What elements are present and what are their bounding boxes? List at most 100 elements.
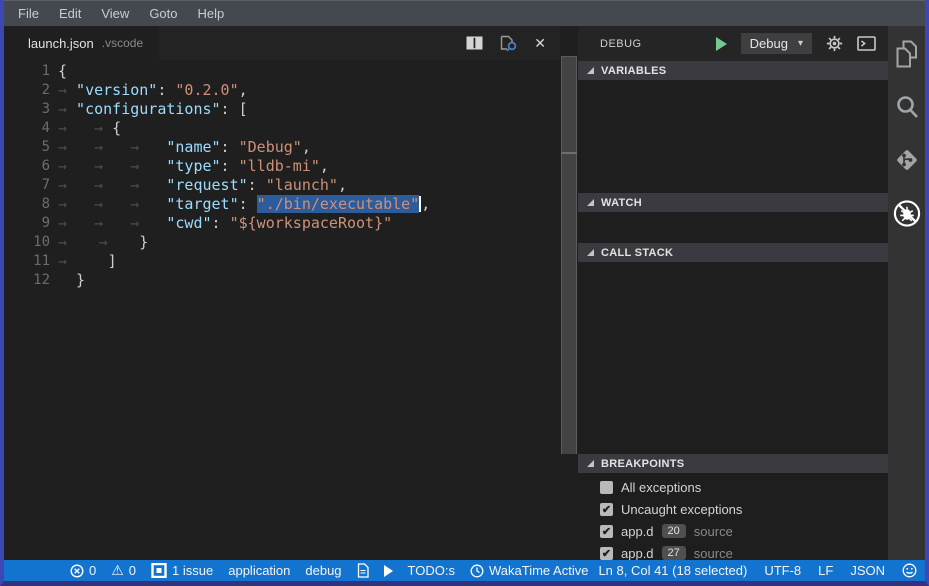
- menu-item-view[interactable]: View: [91, 6, 139, 21]
- breakpoint-row[interactable]: All exceptions: [578, 476, 888, 498]
- breakpoint-checkbox[interactable]: ✔: [600, 525, 613, 538]
- tab-indicator-icon: →: [130, 214, 139, 233]
- code-token: "launch": [266, 176, 338, 194]
- line-number: 5: [4, 138, 50, 157]
- split-editor-icon[interactable]: [466, 36, 483, 50]
- vscode-window: FileEditViewGotoHelp launch.json .vscode…: [0, 0, 929, 586]
- tab-indicator-icon: →: [58, 100, 67, 119]
- scrollbar-divider: [561, 152, 577, 154]
- code-token: "0.2.0": [175, 81, 238, 99]
- line-content: →"version": "0.2.0",: [58, 81, 560, 100]
- breakpoint-row[interactable]: ✔app.d20source: [578, 520, 888, 542]
- open-preview-icon[interactable]: [499, 35, 518, 52]
- status-item[interactable]: application: [228, 563, 290, 578]
- code-area[interactable]: 1{2→"version": "0.2.0",3→"configurations…: [4, 60, 560, 290]
- activity-source-control-icon[interactable]: [892, 145, 922, 175]
- line-number: 1: [4, 62, 50, 81]
- line-content: → "configurations": [: [58, 100, 560, 119]
- code-line: 3→"configurations": [: [4, 100, 560, 119]
- close-icon[interactable]: ✕: [534, 35, 546, 52]
- code-token: "target": [166, 195, 238, 213]
- line-number: 2: [4, 81, 50, 100]
- status-item[interactable]: TODO:s: [408, 563, 455, 578]
- warning-icon: ⚠: [111, 563, 124, 578]
- code-token: : [: [221, 100, 248, 118]
- code-line: 9→→→"cwd": "${workspaceRoot}": [4, 214, 560, 233]
- tab-indicator-icon: →: [94, 138, 103, 157]
- status-item[interactable]: UTF-8: [764, 563, 801, 578]
- menu-item-goto[interactable]: Goto: [139, 6, 187, 21]
- menu-item-edit[interactable]: Edit: [49, 6, 91, 21]
- code-line: 6→→→"type": "lldb-mi",: [4, 157, 560, 176]
- issues-icon: [151, 563, 167, 578]
- tab-indicator-icon: →: [58, 214, 67, 233]
- gear-icon[interactable]: [826, 35, 843, 52]
- code-token: :: [239, 195, 257, 213]
- status-item-label: Ln 8, Col 41 (18 selected): [598, 563, 747, 578]
- status-item-play-small[interactable]: [384, 565, 393, 577]
- breakpoint-checkbox[interactable]: ✔: [600, 547, 613, 560]
- line-number-badge: 20: [662, 524, 686, 538]
- section-header-variables[interactable]: VARIABLES: [578, 61, 888, 80]
- line-content: →→{: [58, 119, 560, 138]
- tab-indicator-icon: →: [130, 138, 139, 157]
- start-debug-button[interactable]: [716, 37, 727, 51]
- code-line: 8→→→"target": "./bin/executable",: [4, 195, 560, 214]
- editor-scrollbar[interactable]: [560, 26, 578, 560]
- debug-console-icon[interactable]: [857, 36, 876, 51]
- breakpoint-row[interactable]: ✔ Uncaught exceptions: [578, 498, 888, 520]
- breakpoint-label: Uncaught exceptions: [621, 502, 742, 517]
- status-item-label: debug: [305, 563, 341, 578]
- status-item-label: application: [228, 563, 290, 578]
- status-item-smiley[interactable]: [902, 563, 917, 578]
- status-item-file[interactable]: [357, 563, 369, 578]
- status-item-warning[interactable]: ⚠0: [111, 563, 136, 578]
- section-label: WATCH: [601, 197, 642, 209]
- code-token: :: [157, 81, 175, 99]
- status-item[interactable]: LF: [818, 563, 833, 578]
- status-item[interactable]: Ln 8, Col 41 (18 selected): [598, 563, 747, 578]
- tab-launch-json[interactable]: launch.json .vscode: [4, 26, 159, 60]
- watch-panel: [578, 212, 888, 243]
- status-item[interactable]: debug: [305, 563, 341, 578]
- status-item-error-circle[interactable]: 0: [70, 563, 96, 578]
- activity-debug-icon[interactable]: [892, 198, 922, 228]
- activity-files-icon[interactable]: [892, 39, 922, 69]
- code-token: "version": [76, 81, 157, 99]
- tab-indicator-icon: →: [94, 195, 103, 214]
- tab-indicator-icon: →: [58, 157, 67, 176]
- breakpoint-detail: source: [694, 546, 733, 561]
- code-text: ]: [108, 252, 117, 271]
- section-header-watch[interactable]: WATCH: [578, 193, 888, 212]
- status-item-clock[interactable]: WakaTime Active: [470, 563, 588, 578]
- tab-bar: launch.json .vscode ✕: [4, 26, 560, 60]
- activity-search-icon[interactable]: [892, 92, 922, 122]
- status-item-label: WakaTime Active: [489, 563, 588, 578]
- code-text: }: [76, 271, 85, 290]
- code-text: "request": "launch",: [166, 176, 347, 195]
- debug-config-dropdown[interactable]: Debug ▾: [741, 33, 812, 54]
- status-item-issues[interactable]: 1 issue: [151, 563, 213, 578]
- tab-indicator-icon: →: [130, 157, 139, 176]
- clock-icon: [470, 564, 484, 578]
- scrollbar-thumb[interactable]: [561, 56, 577, 454]
- status-bar-left: 0 ⚠0 1 issue application debug TODO:s WakaTime…: [70, 563, 588, 578]
- line-number-badge: 27: [662, 546, 686, 560]
- smiley-icon: [902, 563, 917, 578]
- status-item-label: UTF-8: [764, 563, 801, 578]
- status-item[interactable]: JSON: [850, 563, 885, 578]
- breakpoint-checkbox[interactable]: ✔: [600, 503, 613, 516]
- code-token: "configurations": [76, 100, 221, 118]
- tab-indicator-icon: →: [58, 81, 67, 100]
- section-header-breakpoints[interactable]: BREAKPOINTS: [578, 454, 888, 473]
- breakpoint-label: app.d: [621, 546, 654, 561]
- menu-item-help[interactable]: Help: [188, 6, 235, 21]
- code-token: }: [139, 233, 148, 251]
- code-text: {: [112, 119, 121, 138]
- breakpoints-list: All exceptions✔Uncaught exceptions✔app.d…: [578, 473, 888, 564]
- section-header-call-stack[interactable]: CALL STACK: [578, 243, 888, 262]
- menu-item-file[interactable]: File: [8, 6, 49, 21]
- breakpoint-checkbox[interactable]: [600, 481, 613, 494]
- debug-toolbar: DEBUG Debug ▾: [578, 26, 888, 61]
- selected-text: "./bin/executable": [257, 195, 420, 213]
